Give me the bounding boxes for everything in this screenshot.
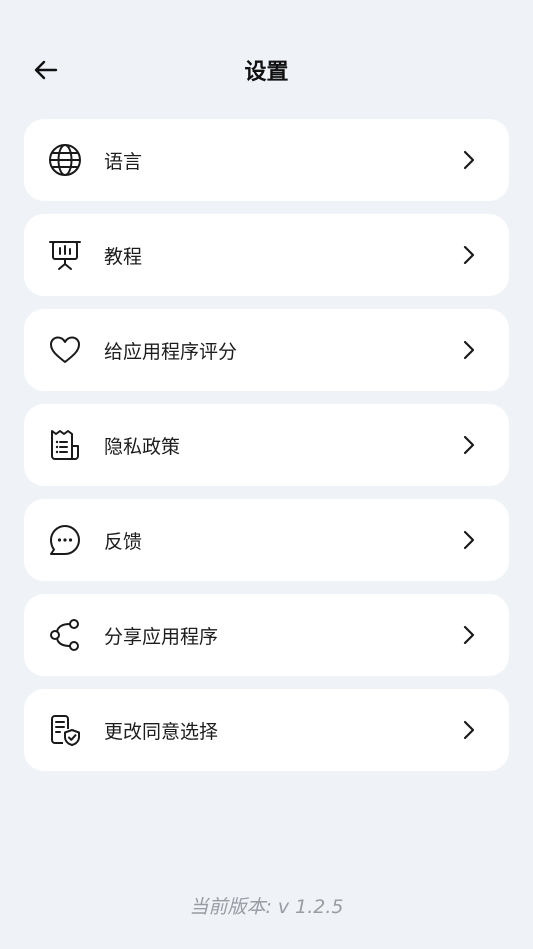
chevron-right-icon [461, 338, 477, 362]
chevron-right-icon [461, 433, 477, 457]
settings-item-label: 分享应用程序 [104, 625, 219, 648]
globe-icon [48, 143, 82, 177]
header: 设置 [0, 40, 533, 100]
settings-item-feedback[interactable]: 反馈 [24, 499, 509, 581]
presentation-board-icon [48, 238, 82, 272]
settings-item-tutorial[interactable]: 教程 [24, 214, 509, 296]
settings-item-label: 教程 [104, 245, 143, 268]
settings-list: 语言 教程 给应用程序评分 隐私政策 反馈 分享应用程序 更改同意选择 [24, 119, 509, 784]
chevron-right-icon [461, 718, 477, 742]
document-receipt-icon [48, 428, 82, 462]
version-text: 当前版本: v 1.2.5 [189, 896, 344, 918]
chevron-right-icon [461, 623, 477, 647]
settings-item-label: 反馈 [104, 530, 143, 553]
settings-item-label: 语言 [104, 150, 143, 173]
settings-item-privacy[interactable]: 隐私政策 [24, 404, 509, 486]
settings-item-language[interactable]: 语言 [24, 119, 509, 201]
settings-item-label: 更改同意选择 [104, 720, 219, 743]
document-shield-icon [48, 713, 82, 747]
chevron-right-icon [461, 148, 477, 172]
settings-item-consent[interactable]: 更改同意选择 [24, 689, 509, 771]
chat-bubble-icon [48, 523, 82, 557]
share-icon [48, 618, 82, 652]
chevron-right-icon [461, 243, 477, 267]
settings-item-label: 隐私政策 [104, 435, 181, 458]
chevron-right-icon [461, 528, 477, 552]
settings-item-share[interactable]: 分享应用程序 [24, 594, 509, 676]
page-title: 设置 [244, 60, 289, 85]
settings-item-rate[interactable]: 给应用程序评分 [24, 309, 509, 391]
settings-item-label: 给应用程序评分 [104, 340, 238, 363]
heart-icon [48, 333, 82, 367]
